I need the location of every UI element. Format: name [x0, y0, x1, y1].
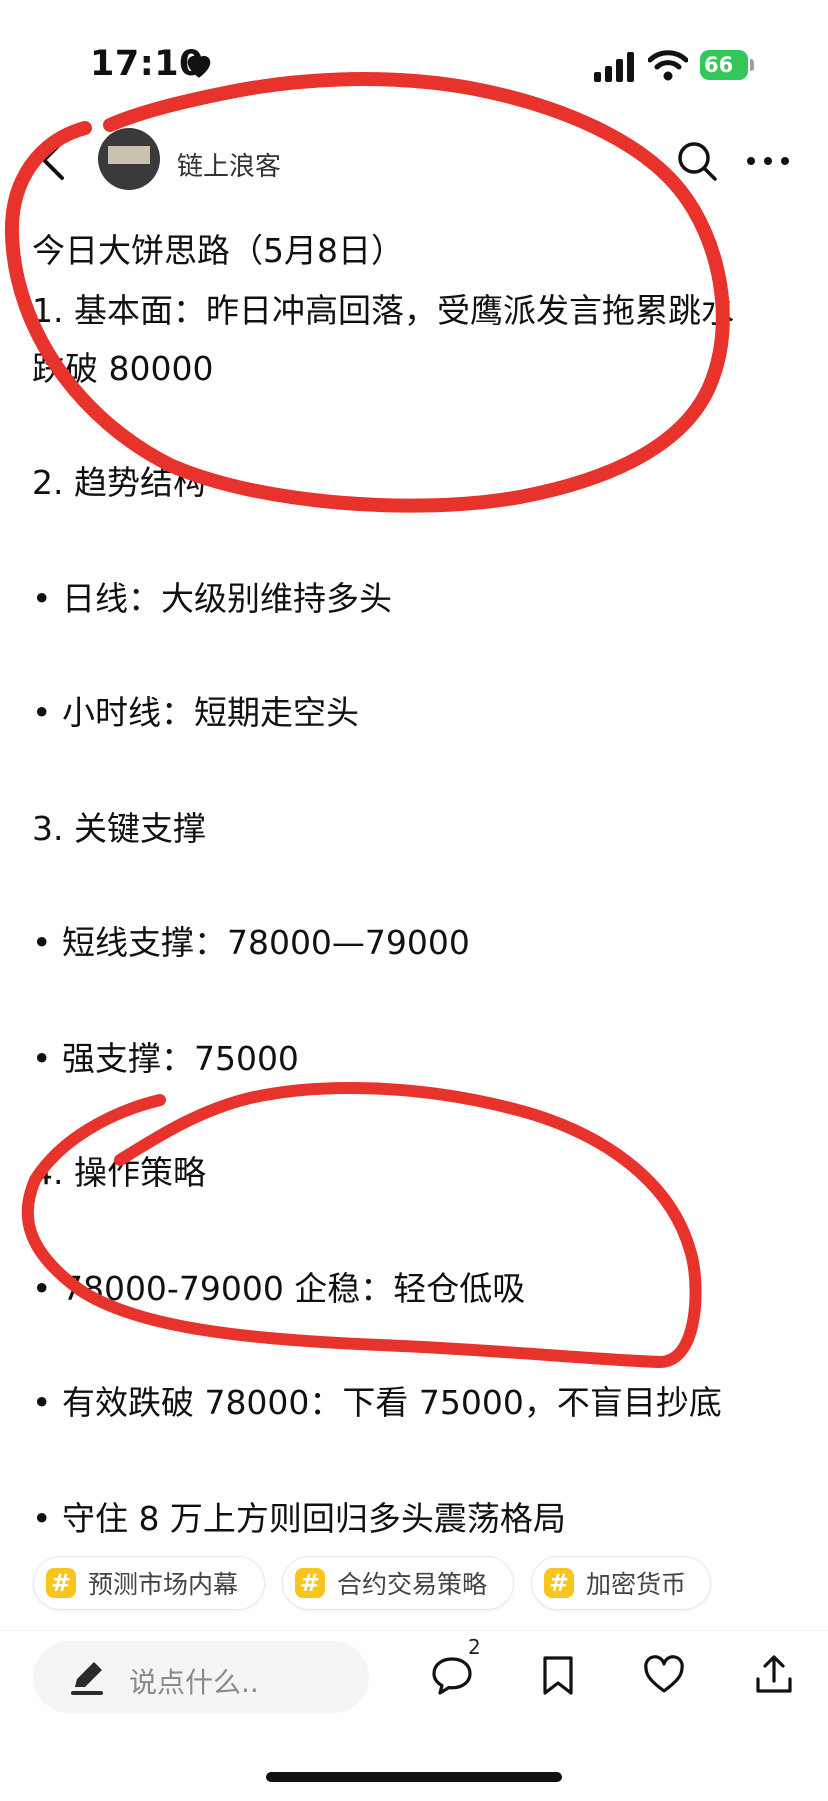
back-icon[interactable]	[38, 138, 68, 182]
post-line: • 小时线：短期走空头	[32, 693, 359, 732]
post-line: • 强支撑：75000	[32, 1039, 299, 1078]
comment-count: 2	[468, 1635, 481, 1659]
comment-placeholder: 说点什么..	[129, 1666, 259, 1699]
heart-icon[interactable]	[642, 1653, 686, 1697]
hashtag-icon: #	[544, 1568, 574, 1598]
post-line: 1. 基本面：昨日冲高回落，受鹰派发言拖累跳水	[32, 291, 734, 330]
battery-icon: 66	[700, 50, 756, 80]
search-icon[interactable]	[676, 140, 718, 182]
share-icon[interactable]	[752, 1653, 796, 1697]
hashtag-chip[interactable]: # 合约交易策略	[282, 1556, 514, 1610]
post-line: • 日线：大级别维持多头	[32, 579, 392, 618]
hashtag-label: 合约交易策略	[337, 1570, 488, 1599]
post-line: • 守住 8 万上方则回归多头震荡格局	[32, 1499, 566, 1538]
post-line: • 78000-79000 企稳：轻仓低吸	[32, 1269, 526, 1308]
battery-level: 66	[700, 50, 748, 80]
home-indicator	[266, 1772, 562, 1782]
post-line: • 有效跌破 78000：下看 75000，不盲目抄底	[32, 1383, 722, 1422]
comment-input[interactable]: 说点什么..	[33, 1641, 369, 1713]
hashtag-icon: #	[295, 1568, 325, 1598]
comment-icon[interactable]	[430, 1653, 474, 1697]
cellular-signal-icon	[594, 52, 634, 82]
post-line: 3. 关键支撑	[32, 809, 206, 848]
author-avatar[interactable]	[98, 128, 160, 190]
post-line: 跌破 80000	[32, 349, 214, 388]
annotation-circle-bottom	[21, 1081, 702, 1368]
post-line: 4. 操作策略	[32, 1153, 206, 1192]
heart-status-icon	[187, 55, 211, 78]
wifi-icon	[648, 50, 688, 81]
post-title: 今日大饼思路（5月8日）	[32, 231, 404, 270]
hashtag-label: 加密货币	[586, 1570, 687, 1599]
bottom-action-bar: 说点什么.. 2	[0, 1630, 828, 1731]
status-bar: 17:10 66	[0, 0, 828, 120]
author-name[interactable]: 链上浪客	[177, 146, 281, 183]
post-header: 链上浪客	[0, 124, 828, 200]
hashtag-chip[interactable]: # 预测市场内幕	[33, 1556, 265, 1610]
hashtag-chip[interactable]: # 加密货币	[531, 1556, 711, 1610]
bookmark-icon[interactable]	[536, 1653, 580, 1697]
more-icon[interactable]	[746, 156, 790, 166]
post-line: 2. 趋势结构	[32, 463, 206, 502]
hashtag-label: 预测市场内幕	[88, 1570, 239, 1599]
hashtag-icon: #	[46, 1568, 76, 1598]
pen-icon	[71, 1662, 103, 1695]
post-line: • 短线支撑：78000—79000	[32, 923, 470, 962]
